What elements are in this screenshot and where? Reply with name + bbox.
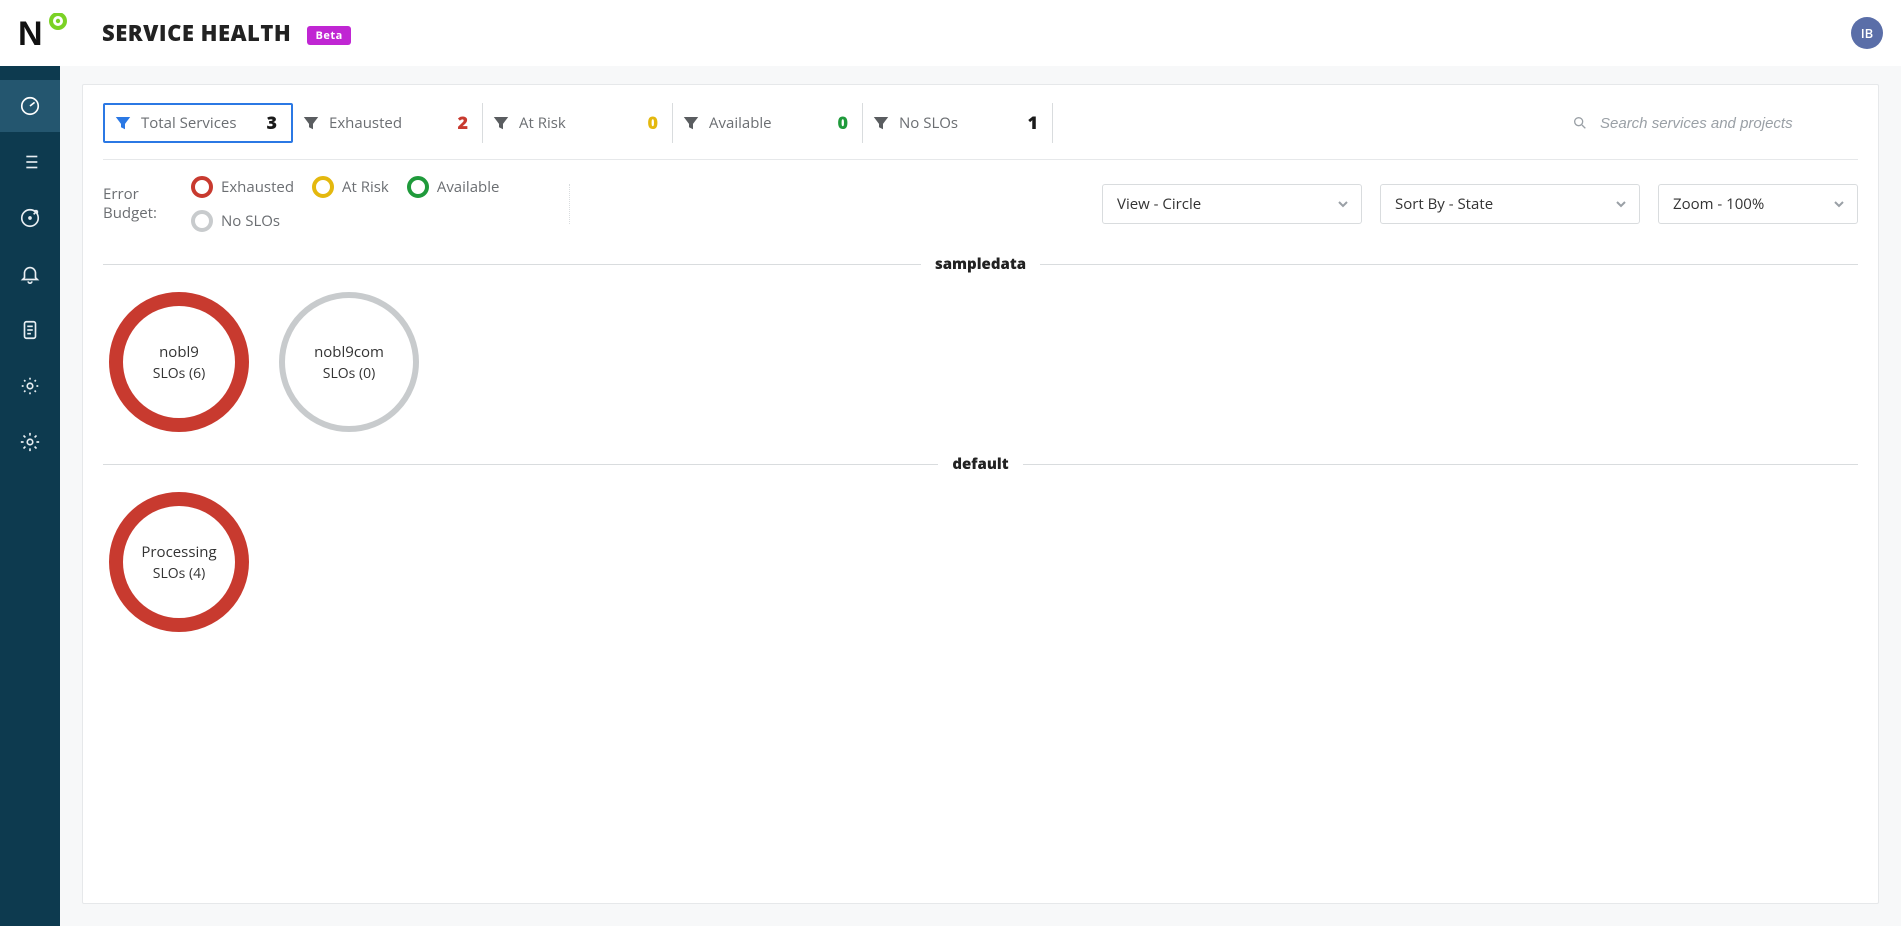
service-circle[interactable]: Processing SLOs (4): [109, 492, 249, 632]
service-circle[interactable]: nobl9com SLOs (0): [279, 292, 419, 432]
chevron-down-icon: [1833, 198, 1845, 210]
service-circle[interactable]: nobl9 SLOs (6): [109, 292, 249, 432]
page-title-text: SERVICE HEALTH: [102, 18, 291, 48]
swatch-red-icon: [191, 176, 213, 198]
content-panel: Total Services 3 Exhausted 2 At Risk 0: [82, 84, 1879, 904]
service-slos: SLOs (4): [153, 564, 205, 583]
legend-label: Exhausted: [221, 177, 294, 197]
sidebar-item-integrations[interactable]: [0, 360, 60, 412]
swatch-grey-icon: [191, 210, 213, 232]
legend-label: No SLOs: [221, 211, 280, 231]
legend-label: At Risk: [342, 177, 389, 197]
legend-no-slos: No SLOs: [191, 210, 280, 232]
service-slos: SLOs (6): [153, 364, 205, 383]
section-head-default: default: [103, 454, 1858, 474]
n9-logo-icon: N: [18, 13, 70, 53]
filter-count: 2: [457, 111, 468, 135]
gear-icon: [19, 431, 41, 453]
page-title: SERVICE HEALTH Beta: [102, 18, 351, 48]
beta-badge: Beta: [307, 26, 350, 45]
sort-select[interactable]: Sort By - State: [1380, 184, 1640, 224]
search[interactable]: [1552, 114, 1858, 133]
vertical-separator: [569, 184, 570, 224]
chevron-down-icon: [1337, 198, 1349, 210]
filter-total-services[interactable]: Total Services 3: [103, 103, 293, 143]
service-slos: SLOs (0): [323, 364, 375, 383]
filter-count: 0: [647, 111, 658, 135]
sidebar-item-targets[interactable]: [0, 192, 60, 244]
filter-label: Exhausted: [329, 113, 402, 133]
sidebar-item-service-health[interactable]: [0, 80, 60, 132]
legend-exhausted: Exhausted: [191, 176, 294, 198]
sidebar-item-alerts[interactable]: [0, 248, 60, 300]
select-value: Zoom - 100%: [1673, 194, 1764, 214]
legend-at-risk: At Risk: [312, 176, 389, 198]
legend-available: Available: [407, 176, 500, 198]
error-budget-label-1: Error: [103, 184, 139, 204]
filter-available[interactable]: Available 0: [673, 103, 863, 143]
view-select[interactable]: View - Circle: [1102, 184, 1362, 224]
sidebar: [0, 66, 60, 926]
brand-logo[interactable]: N: [18, 13, 84, 53]
section-title: default: [952, 454, 1008, 474]
filter-label: At Risk: [519, 113, 566, 133]
search-input[interactable]: [1598, 114, 1858, 133]
rule: [1040, 264, 1858, 265]
error-budget-label-2: Budget:: [103, 203, 157, 223]
legend: Exhausted At Risk Available No SLOs: [191, 176, 551, 232]
rule: [1023, 464, 1858, 465]
filter-strip: Total Services 3 Exhausted 2 At Risk 0: [103, 103, 1858, 143]
filter-label: Total Services: [141, 113, 236, 133]
search-icon: [1572, 115, 1588, 131]
funnel-icon: [493, 115, 509, 131]
chevron-down-icon: [1615, 198, 1627, 210]
rule: [103, 464, 938, 465]
svg-text:N: N: [18, 15, 43, 53]
puzzle-gear-icon: [19, 375, 41, 397]
sidebar-item-slo-list[interactable]: [0, 136, 60, 188]
filter-label: Available: [709, 113, 772, 133]
document-icon: [19, 319, 41, 341]
select-value: Sort By - State: [1395, 194, 1493, 214]
funnel-icon: [115, 115, 131, 131]
select-value: View - Circle: [1117, 194, 1201, 214]
bell-icon: [19, 263, 41, 285]
select-group: View - Circle Sort By - State Zoom - 100…: [1102, 184, 1858, 224]
gauge-icon: [19, 95, 41, 117]
rule: [103, 264, 921, 265]
controls-row: Error Budget: Exhausted At Risk Availabl…: [103, 176, 1858, 232]
sidebar-item-settings[interactable]: [0, 416, 60, 468]
sidebar-item-reports[interactable]: [0, 304, 60, 356]
filter-label: No SLOs: [899, 113, 958, 133]
filter-exhausted[interactable]: Exhausted 2: [293, 103, 483, 143]
target-icon: [19, 207, 41, 229]
funnel-icon: [303, 115, 319, 131]
zoom-select[interactable]: Zoom - 100%: [1658, 184, 1858, 224]
section-head-sampledata: sampledata: [103, 254, 1858, 274]
swatch-green-icon: [407, 176, 429, 198]
filter-count: 3: [266, 111, 277, 135]
error-budget-label: Error Budget:: [103, 185, 173, 224]
divider: [103, 159, 1858, 160]
legend-label: Available: [437, 177, 500, 197]
funnel-icon: [683, 115, 699, 131]
service-name: Processing: [141, 542, 216, 562]
topbar: N SERVICE HEALTH Beta IB: [0, 0, 1901, 66]
filter-at-risk[interactable]: At Risk 0: [483, 103, 673, 143]
filter-count: 1: [1027, 111, 1038, 135]
user-avatar[interactable]: IB: [1851, 17, 1883, 49]
funnel-icon: [873, 115, 889, 131]
section-title: sampledata: [935, 254, 1026, 274]
section-circles-default: Processing SLOs (4): [103, 492, 1858, 632]
section-circles-sampledata: nobl9 SLOs (6) nobl9com SLOs (0): [103, 292, 1858, 432]
swatch-amber-icon: [312, 176, 334, 198]
filter-no-slos[interactable]: No SLOs 1: [863, 103, 1053, 143]
list-icon: [19, 151, 41, 173]
filter-count: 0: [837, 111, 848, 135]
service-name: nobl9: [159, 342, 199, 362]
content-outer: Total Services 3 Exhausted 2 At Risk 0: [60, 66, 1901, 926]
service-name: nobl9com: [314, 342, 384, 362]
